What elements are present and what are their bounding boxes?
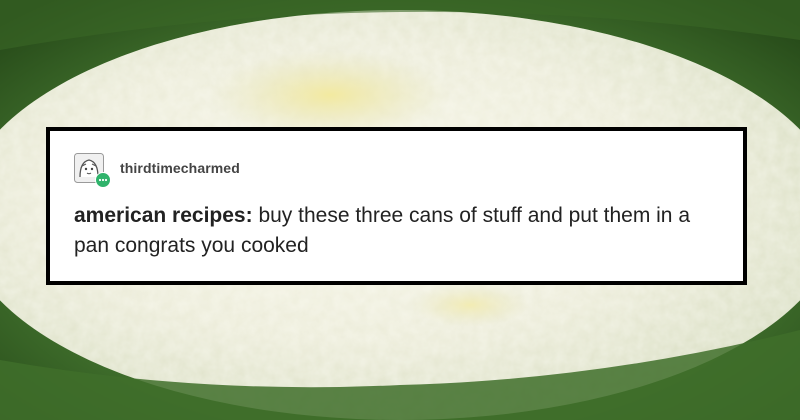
post-header: thirdtimecharmed — [74, 151, 240, 188]
chat-badge-icon — [95, 172, 111, 188]
post-lead-text: american recipes: — [74, 204, 253, 227]
post-card: thirdtimecharmed american recipes: buy t… — [46, 127, 747, 285]
user-avatar-icon[interactable] — [74, 153, 111, 188]
post-username[interactable]: thirdtimecharmed — [120, 160, 240, 176]
post-text: american recipes: buy these three cans o… — [74, 201, 724, 261]
